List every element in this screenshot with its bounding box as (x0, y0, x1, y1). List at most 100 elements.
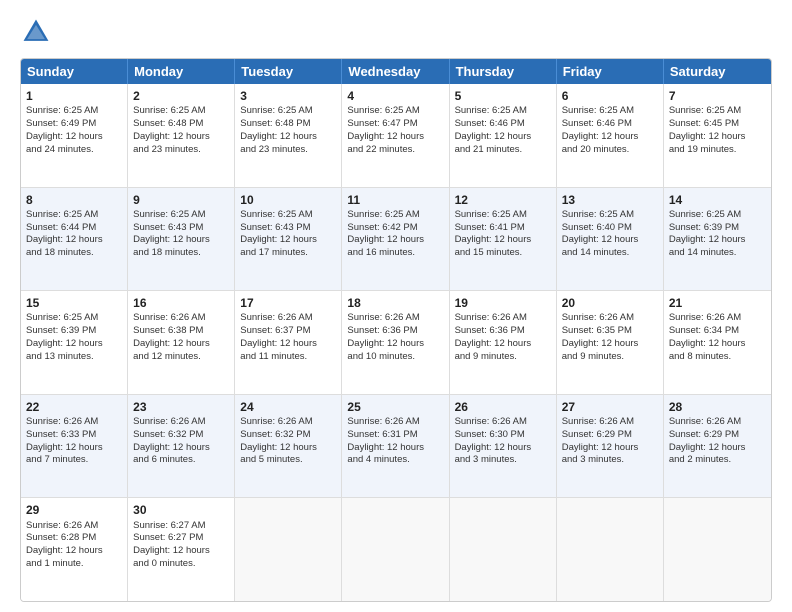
day-number: 3 (240, 88, 336, 104)
day-info-line: Daylight: 12 hours (455, 338, 551, 351)
day-cell-20: 20Sunrise: 6:26 AMSunset: 6:35 PMDayligh… (557, 291, 664, 394)
day-info-line: Daylight: 12 hours (26, 131, 122, 144)
day-cell-29: 29Sunrise: 6:26 AMSunset: 6:28 PMDayligh… (21, 498, 128, 601)
day-info-line: Sunset: 6:43 PM (240, 222, 336, 235)
day-info-line: Daylight: 12 hours (240, 442, 336, 455)
header-day-tuesday: Tuesday (235, 59, 342, 84)
day-info-line: and 12 minutes. (133, 351, 229, 364)
day-cell-26: 26Sunrise: 6:26 AMSunset: 6:30 PMDayligh… (450, 395, 557, 498)
day-info-line: and 20 minutes. (562, 144, 658, 157)
day-info-line: Daylight: 12 hours (347, 131, 443, 144)
calendar-body: 1Sunrise: 6:25 AMSunset: 6:49 PMDaylight… (21, 84, 771, 601)
day-info-line: Sunrise: 6:25 AM (240, 209, 336, 222)
calendar-row-2: 8Sunrise: 6:25 AMSunset: 6:44 PMDaylight… (21, 187, 771, 291)
day-info-line: Sunrise: 6:25 AM (347, 105, 443, 118)
day-number: 20 (562, 295, 658, 311)
day-number: 23 (133, 399, 229, 415)
day-cell-9: 9Sunrise: 6:25 AMSunset: 6:43 PMDaylight… (128, 188, 235, 291)
day-info-line: Sunset: 6:36 PM (347, 325, 443, 338)
day-cell-13: 13Sunrise: 6:25 AMSunset: 6:40 PMDayligh… (557, 188, 664, 291)
day-info-line: and 4 minutes. (347, 454, 443, 467)
day-info-line: Sunrise: 6:25 AM (669, 209, 766, 222)
day-info-line: and 2 minutes. (669, 454, 766, 467)
day-info-line: and 9 minutes. (562, 351, 658, 364)
day-info-line: and 16 minutes. (347, 247, 443, 260)
day-info-line: Daylight: 12 hours (455, 131, 551, 144)
day-number: 26 (455, 399, 551, 415)
day-info-line: Daylight: 12 hours (562, 131, 658, 144)
day-info-line: Daylight: 12 hours (455, 442, 551, 455)
day-info-line: Daylight: 12 hours (562, 338, 658, 351)
day-info-line: and 23 minutes. (240, 144, 336, 157)
day-info-line: Daylight: 12 hours (240, 131, 336, 144)
day-info-line: Daylight: 12 hours (133, 131, 229, 144)
day-info-line: Daylight: 12 hours (347, 442, 443, 455)
day-info-line: Sunrise: 6:25 AM (26, 209, 122, 222)
day-info-line: Sunset: 6:43 PM (133, 222, 229, 235)
day-info-line: Sunrise: 6:26 AM (240, 416, 336, 429)
day-info-line: Daylight: 12 hours (562, 234, 658, 247)
day-cell-22: 22Sunrise: 6:26 AMSunset: 6:33 PMDayligh… (21, 395, 128, 498)
day-number: 30 (133, 502, 229, 518)
calendar-row-1: 1Sunrise: 6:25 AMSunset: 6:49 PMDaylight… (21, 84, 771, 187)
day-number: 1 (26, 88, 122, 104)
day-info-line: Daylight: 12 hours (669, 234, 766, 247)
day-info-line: Daylight: 12 hours (26, 338, 122, 351)
day-number: 6 (562, 88, 658, 104)
day-info-line: and 15 minutes. (455, 247, 551, 260)
calendar-row-4: 22Sunrise: 6:26 AMSunset: 6:33 PMDayligh… (21, 394, 771, 498)
day-info-line: and 0 minutes. (133, 558, 229, 571)
day-cell-11: 11Sunrise: 6:25 AMSunset: 6:42 PMDayligh… (342, 188, 449, 291)
day-number: 24 (240, 399, 336, 415)
day-cell-24: 24Sunrise: 6:26 AMSunset: 6:32 PMDayligh… (235, 395, 342, 498)
empty-cell (235, 498, 342, 601)
day-number: 4 (347, 88, 443, 104)
day-cell-18: 18Sunrise: 6:26 AMSunset: 6:36 PMDayligh… (342, 291, 449, 394)
logo (20, 16, 56, 48)
day-info-line: and 5 minutes. (240, 454, 336, 467)
day-info-line: and 13 minutes. (26, 351, 122, 364)
day-info-line: Daylight: 12 hours (26, 234, 122, 247)
day-cell-5: 5Sunrise: 6:25 AMSunset: 6:46 PMDaylight… (450, 84, 557, 187)
day-cell-16: 16Sunrise: 6:26 AMSunset: 6:38 PMDayligh… (128, 291, 235, 394)
header-day-sunday: Sunday (21, 59, 128, 84)
day-info-line: Sunset: 6:46 PM (455, 118, 551, 131)
day-info-line: Sunrise: 6:26 AM (455, 416, 551, 429)
day-info-line: Sunset: 6:38 PM (133, 325, 229, 338)
day-info-line: Sunset: 6:37 PM (240, 325, 336, 338)
day-info-line: Sunrise: 6:26 AM (347, 312, 443, 325)
header-day-friday: Friday (557, 59, 664, 84)
day-cell-25: 25Sunrise: 6:26 AMSunset: 6:31 PMDayligh… (342, 395, 449, 498)
day-info-line: Sunrise: 6:25 AM (562, 105, 658, 118)
day-info-line: Sunset: 6:28 PM (26, 532, 122, 545)
day-info-line: Sunset: 6:48 PM (240, 118, 336, 131)
day-info-line: Daylight: 12 hours (133, 338, 229, 351)
day-info-line: Sunset: 6:39 PM (669, 222, 766, 235)
day-info-line: Sunrise: 6:26 AM (133, 416, 229, 429)
day-cell-14: 14Sunrise: 6:25 AMSunset: 6:39 PMDayligh… (664, 188, 771, 291)
day-info-line: Daylight: 12 hours (133, 234, 229, 247)
day-info-line: Daylight: 12 hours (669, 131, 766, 144)
day-number: 9 (133, 192, 229, 208)
calendar-row-3: 15Sunrise: 6:25 AMSunset: 6:39 PMDayligh… (21, 290, 771, 394)
day-info-line: Sunrise: 6:25 AM (455, 209, 551, 222)
day-number: 11 (347, 192, 443, 208)
day-info-line: Sunset: 6:36 PM (455, 325, 551, 338)
day-info-line: Daylight: 12 hours (455, 234, 551, 247)
day-info-line: and 6 minutes. (133, 454, 229, 467)
day-info-line: and 24 minutes. (26, 144, 122, 157)
day-info-line: and 14 minutes. (562, 247, 658, 260)
calendar-header: SundayMondayTuesdayWednesdayThursdayFrid… (21, 59, 771, 84)
day-info-line: Daylight: 12 hours (240, 234, 336, 247)
day-info-line: Sunrise: 6:27 AM (133, 520, 229, 533)
header (20, 16, 772, 48)
day-number: 8 (26, 192, 122, 208)
day-info-line: and 3 minutes. (455, 454, 551, 467)
day-number: 18 (347, 295, 443, 311)
day-info-line: Sunset: 6:30 PM (455, 429, 551, 442)
day-info-line: Daylight: 12 hours (133, 442, 229, 455)
day-info-line: Sunrise: 6:26 AM (347, 416, 443, 429)
header-day-monday: Monday (128, 59, 235, 84)
day-info-line: Daylight: 12 hours (669, 442, 766, 455)
day-info-line: Sunset: 6:49 PM (26, 118, 122, 131)
